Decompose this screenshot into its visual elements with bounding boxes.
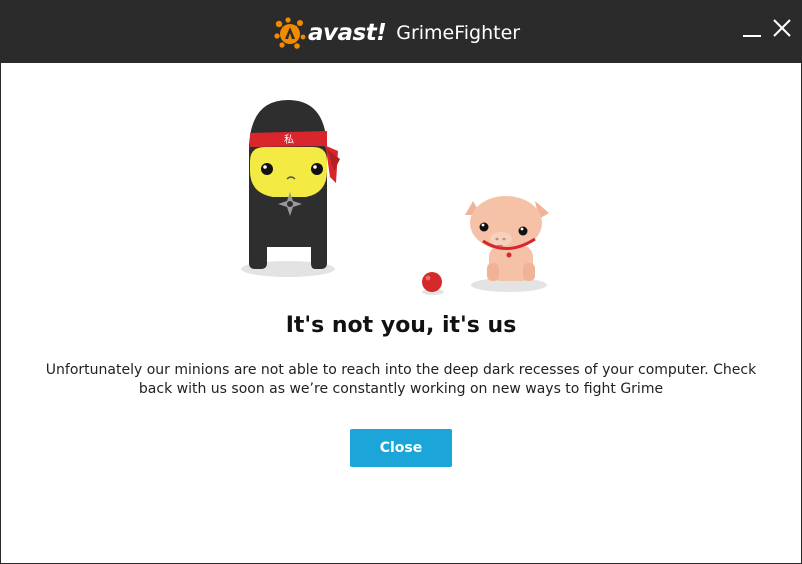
pig-character bbox=[465, 196, 549, 292]
app-window: avast! GrimeFighter 私 It's not you, it's… bbox=[0, 0, 802, 564]
minimize-button[interactable] bbox=[735, 11, 769, 45]
avast-logo-icon bbox=[274, 17, 306, 49]
product-name: GrimeFighter bbox=[396, 22, 521, 44]
illustration: 私 bbox=[241, 100, 549, 295]
close-icon bbox=[773, 19, 791, 37]
ninja-character: 私 bbox=[241, 100, 340, 277]
close-window-button[interactable] bbox=[765, 11, 799, 45]
minimize-icon bbox=[743, 35, 761, 37]
avast-wordmark: avast! bbox=[308, 20, 387, 46]
message-text: Unfortunately our minions are not able t… bbox=[45, 362, 757, 397]
title-bar: avast! GrimeFighter bbox=[1, 1, 801, 63]
headband-glyph: 私 bbox=[284, 134, 294, 146]
red-ball bbox=[422, 272, 444, 295]
close-button[interactable]: Close bbox=[350, 429, 452, 467]
brand: avast! GrimeFighter bbox=[273, 15, 520, 51]
headline: It's not you, it's us bbox=[285, 313, 517, 338]
